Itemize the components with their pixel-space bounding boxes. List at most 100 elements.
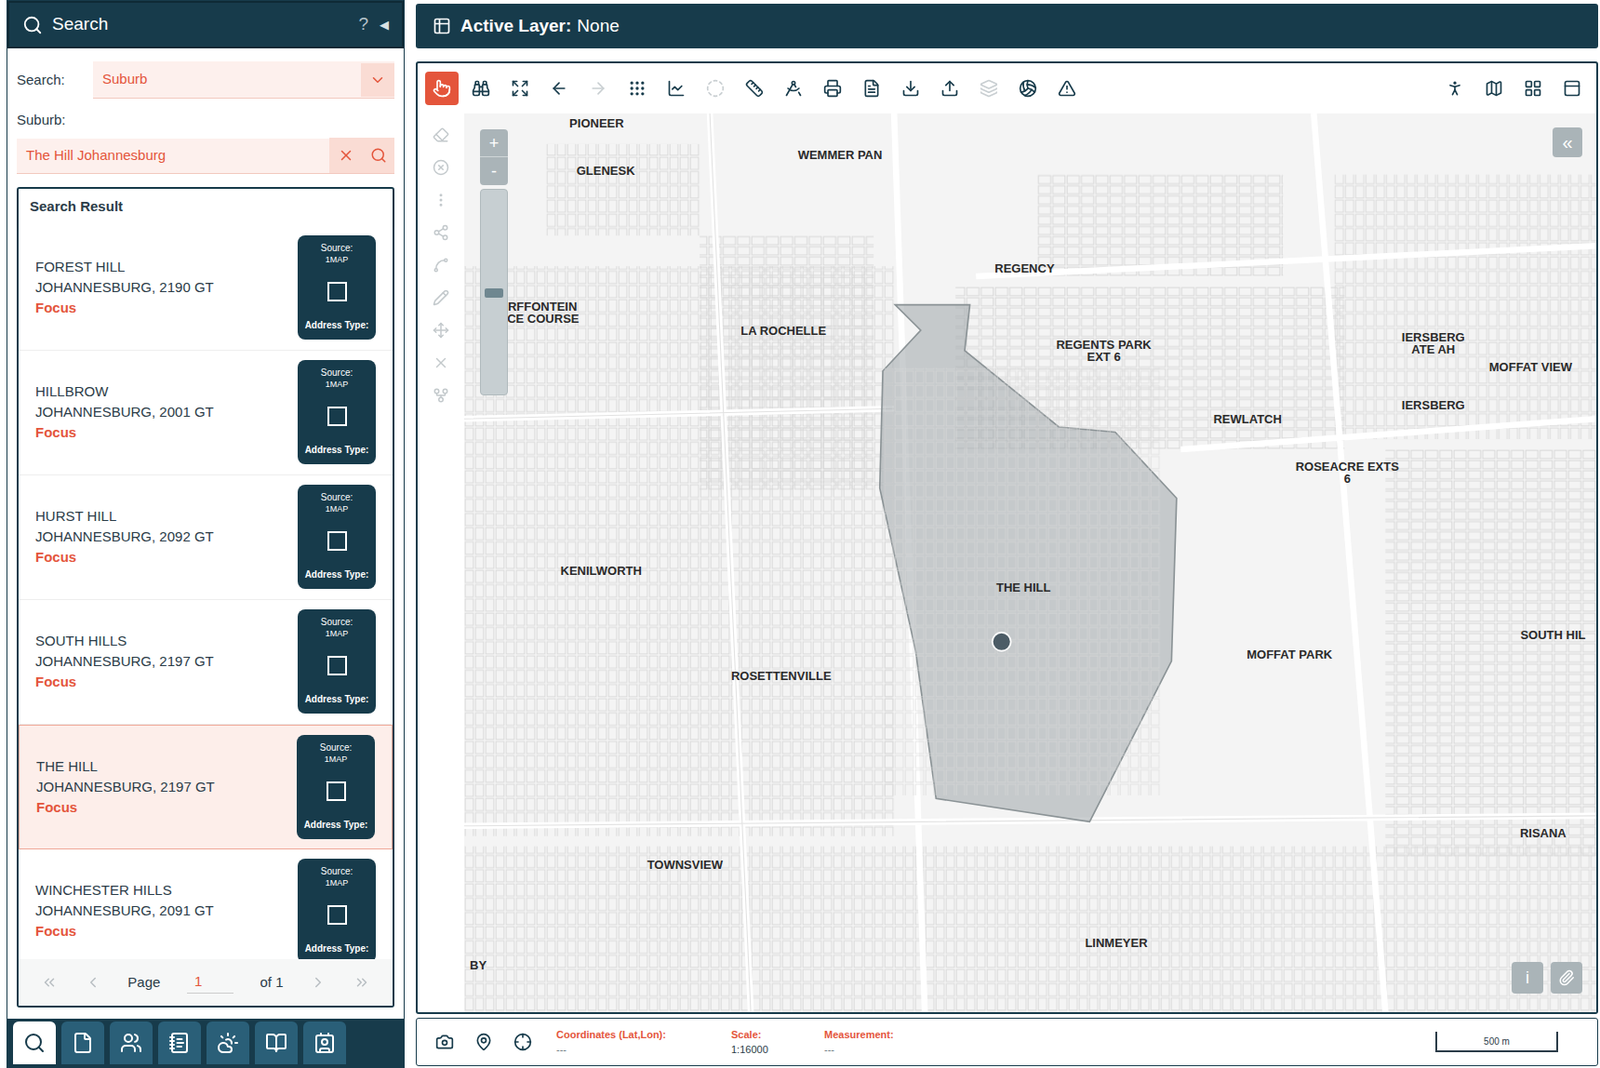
result-checkbox[interactable] — [327, 406, 347, 427]
info-button[interactable]: i — [1511, 961, 1544, 994]
result-checkbox[interactable] — [327, 905, 347, 925]
tool-button[interactable] — [854, 71, 889, 106]
collapse-button[interactable]: ◀ — [379, 15, 389, 35]
panel-tab[interactable] — [206, 1021, 250, 1065]
focus-link[interactable]: Focus — [35, 920, 214, 942]
result-item[interactable]: SOUTH HILLSJOHANNESBURG, 2197 GTFocusSou… — [18, 600, 393, 725]
map-icon[interactable] — [1484, 79, 1504, 98]
zoom-in-button[interactable]: + — [480, 129, 508, 158]
pencil-icon[interactable] — [432, 289, 450, 307]
map-label: SOUTH HIL — [1520, 628, 1586, 641]
map-label: LA ROCHELLE — [740, 323, 827, 336]
result-checkbox[interactable] — [326, 781, 347, 801]
panel-icon[interactable] — [1562, 79, 1582, 98]
results-list: FOREST HILLJOHANNESBURG, 2190 GTFocusSou… — [18, 226, 393, 960]
first-page-icon[interactable] — [40, 973, 58, 991]
person-icon[interactable] — [1445, 79, 1465, 98]
chevron-down-icon — [369, 71, 387, 89]
eraser-icon[interactable] — [432, 126, 450, 144]
tool-button[interactable] — [933, 71, 967, 106]
panel-tab[interactable] — [109, 1021, 153, 1065]
search-submit-icon[interactable] — [370, 146, 387, 164]
map-label: RISANA — [1520, 826, 1567, 839]
tool-button[interactable] — [815, 71, 850, 106]
tool-button[interactable] — [972, 71, 1006, 106]
result-checkbox[interactable] — [327, 281, 347, 302]
tool-button[interactable] — [737, 71, 772, 106]
camera-icon[interactable] — [435, 1032, 454, 1052]
arrow-left-icon — [549, 79, 569, 98]
result-item[interactable]: FOREST HILLJOHANNESBURG, 2190 GTFocusSou… — [18, 226, 393, 351]
angle-icon — [784, 79, 803, 98]
result-name: THE HILL — [36, 756, 215, 777]
last-page-icon[interactable] — [353, 973, 371, 991]
result-city: JOHANNESBURG, 2190 GT — [35, 277, 214, 298]
map-label: ROSEACRE EXTS6 — [1295, 460, 1400, 485]
result-item[interactable]: HURST HILLJOHANNESBURG, 2092 GTFocusSour… — [18, 475, 393, 600]
active-layer-value: None — [576, 13, 619, 40]
panel-tab[interactable] — [303, 1021, 347, 1065]
result-item[interactable]: WINCHESTER HILLSJOHANNESBURG, 2091 GTFoc… — [18, 849, 393, 960]
collapse-map-button[interactable]: « — [1552, 127, 1583, 158]
result-item[interactable]: THE HILLJOHANNESBURG, 2197 GTFocusSource… — [18, 724, 393, 850]
result-checkbox[interactable] — [327, 655, 347, 676]
next-page-icon[interactable] — [309, 973, 327, 991]
panel-tab[interactable] — [158, 1021, 201, 1065]
zoom-handle[interactable] — [484, 288, 504, 298]
spline-icon[interactable] — [432, 256, 450, 274]
ellipsis-icon[interactable] — [432, 191, 450, 209]
crosshair-icon[interactable] — [513, 1032, 533, 1052]
map[interactable]: PIONEERGLENESKWEMMER PANTURFFONTEINRACE … — [464, 113, 1597, 1013]
map-label: BY — [469, 958, 487, 971]
edit-strip — [417, 113, 465, 1013]
tool-button[interactable] — [776, 71, 811, 106]
tool-button[interactable] — [425, 71, 459, 106]
focus-link[interactable]: Focus — [35, 422, 214, 443]
help-button[interactable]: ? — [358, 11, 369, 39]
search-type-select[interactable]: Suburb — [93, 61, 395, 99]
zoom-slider[interactable] — [480, 188, 508, 396]
tool-button[interactable] — [542, 71, 576, 106]
share-icon[interactable] — [432, 224, 450, 241]
result-city: JOHANNESBURG, 2197 GT — [35, 651, 214, 672]
scale-value: 1:16000 — [731, 1041, 825, 1057]
source-label: Source: — [320, 242, 353, 254]
result-checkbox[interactable] — [327, 531, 347, 551]
tool-button[interactable] — [620, 71, 654, 106]
tool-button[interactable] — [503, 71, 537, 106]
focus-link[interactable]: Focus — [36, 797, 215, 818]
notebook-icon — [168, 1031, 191, 1054]
tool-button[interactable] — [893, 71, 928, 106]
result-city: JOHANNESBURG, 2091 GT — [35, 900, 214, 921]
fork-icon[interactable] — [432, 386, 450, 404]
focus-link[interactable]: Focus — [35, 546, 214, 568]
tool-button[interactable] — [581, 71, 615, 106]
download-icon — [901, 79, 920, 98]
focus-link[interactable]: Focus — [35, 297, 214, 319]
tool-button[interactable] — [1011, 71, 1045, 106]
contact-icon — [313, 1031, 336, 1054]
panel-tab[interactable] — [254, 1021, 298, 1065]
suburb-input[interactable]: The Hill Johannesburg — [16, 138, 395, 174]
address-type-label: Address Type: — [305, 941, 370, 956]
focus-link[interactable]: Focus — [35, 671, 214, 693]
tool-button[interactable] — [698, 71, 733, 106]
zoom-out-button[interactable]: - — [480, 157, 508, 186]
map-label: IERSBERG — [1401, 398, 1466, 411]
prev-page-icon[interactable] — [84, 973, 102, 991]
move-icon[interactable] — [432, 321, 450, 339]
panel-tab[interactable] — [13, 1021, 56, 1065]
circle-x-icon[interactable] — [432, 159, 450, 176]
map-label: MOFFAT VIEW — [1489, 360, 1573, 374]
close-icon[interactable] — [432, 354, 450, 372]
tool-button[interactable] — [1050, 71, 1084, 106]
tool-button[interactable] — [464, 71, 498, 106]
tool-button[interactable] — [659, 71, 694, 106]
panel-tab[interactable] — [61, 1021, 105, 1065]
result-item[interactable]: HILLBROWJOHANNESBURG, 2001 GTFocusSource… — [18, 350, 393, 476]
attach-button[interactable] — [1550, 961, 1583, 994]
clear-icon[interactable] — [337, 146, 355, 164]
page-input[interactable]: 1 — [186, 971, 234, 994]
grid-layout-icon[interactable] — [1523, 79, 1543, 98]
map-pin-icon[interactable] — [474, 1032, 494, 1052]
